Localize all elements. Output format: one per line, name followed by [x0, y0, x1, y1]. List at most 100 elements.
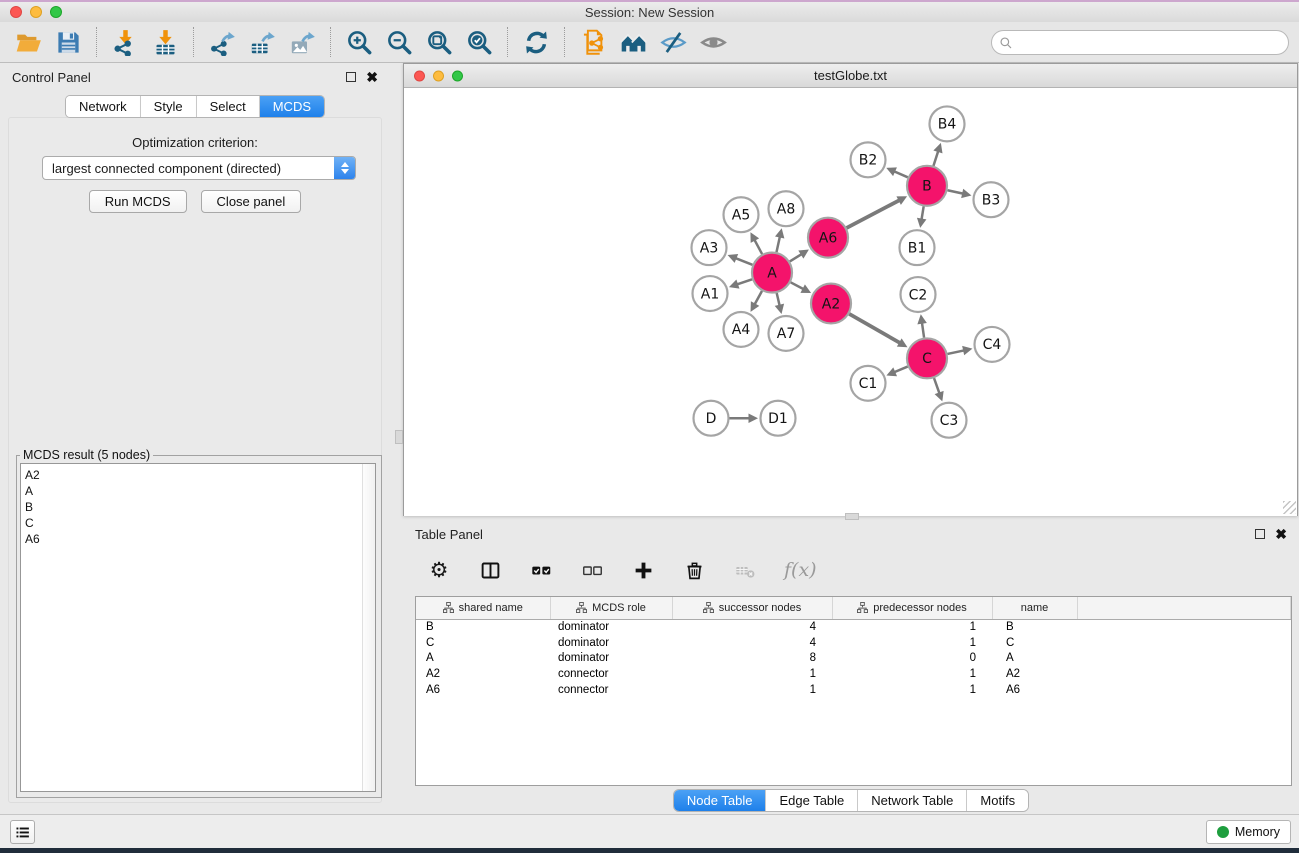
new-network-from-selection-button[interactable]	[573, 25, 613, 59]
window-resize-grip[interactable]	[1283, 501, 1296, 514]
close-panel-icon[interactable]: ✖	[366, 72, 378, 82]
save-session-button[interactable]	[48, 25, 88, 59]
mcds-result-item[interactable]: B	[21, 499, 375, 515]
graph-edge-B-B3[interactable]	[948, 189, 972, 198]
column-header-MCDS-role[interactable]: MCDS role	[550, 597, 672, 619]
graph-edge-A6-B[interactable]	[847, 196, 907, 228]
search-input[interactable]	[1013, 33, 1288, 53]
run-mcds-button[interactable]: Run MCDS	[89, 190, 187, 213]
graph-node-A7[interactable]: A7	[769, 316, 804, 351]
graph-edge-A-A5[interactable]	[750, 232, 762, 254]
graph-edge-A-A1[interactable]	[729, 279, 752, 288]
close-panel-button[interactable]: Close panel	[201, 190, 302, 213]
zoom-window-button[interactable]	[50, 6, 62, 18]
tab-mcds[interactable]: MCDS	[259, 96, 324, 117]
graph-node-B4[interactable]: B4	[930, 106, 965, 141]
open-session-button[interactable]	[8, 25, 48, 59]
graph-node-C1[interactable]: C1	[851, 366, 886, 401]
zoom-out-button[interactable]	[379, 25, 419, 59]
graph-node-B3[interactable]: B3	[974, 182, 1009, 217]
graph-node-A8[interactable]: A8	[769, 191, 804, 226]
network-minimize-button[interactable]	[433, 70, 444, 81]
tab-style[interactable]: Style	[140, 96, 196, 117]
zoom-in-button[interactable]	[339, 25, 379, 59]
graph-node-A6[interactable]: A6	[808, 218, 848, 258]
panels-menu-button[interactable]	[10, 820, 35, 844]
graph-node-A2[interactable]: A2	[811, 284, 851, 324]
graph-node-A[interactable]: A	[752, 253, 792, 293]
mcds-result-item[interactable]: A2	[21, 467, 375, 483]
table-row[interactable]: Adominator80A	[416, 650, 1291, 666]
table-row[interactable]: A2connector11A2	[416, 666, 1291, 682]
column-header-successor-nodes[interactable]: successor nodes	[672, 597, 832, 619]
graph-edge-B-B2[interactable]	[886, 167, 907, 177]
graph-node-B[interactable]: B	[907, 166, 947, 206]
table-row[interactable]: Cdominator41C	[416, 635, 1291, 651]
minimize-window-button[interactable]	[30, 6, 42, 18]
table-row[interactable]: Bdominator41B	[416, 619, 1291, 635]
graph-edge-C-C4[interactable]	[948, 346, 973, 355]
graph-edge-C-C2[interactable]	[917, 314, 927, 337]
zoom-selected-button[interactable]	[459, 25, 499, 59]
horizontal-split-handle[interactable]	[845, 513, 859, 520]
graph-node-C2[interactable]: C2	[901, 277, 936, 312]
graph-edge-D-D1[interactable]	[730, 413, 759, 423]
result-scrollbar[interactable]	[362, 464, 375, 791]
function-builder-button[interactable]: f(x)	[784, 558, 817, 582]
graph-node-A3[interactable]: A3	[692, 230, 727, 265]
close-window-button[interactable]	[10, 6, 22, 18]
export-image-button[interactable]	[282, 25, 322, 59]
graph-edge-A2-C[interactable]	[849, 314, 907, 347]
graph-edge-A-A8[interactable]	[775, 228, 784, 252]
refresh-network-view-button[interactable]	[516, 25, 556, 59]
table-row[interactable]: A6connector11A6	[416, 682, 1291, 698]
select-all-button[interactable]	[529, 558, 553, 582]
show-all-button[interactable]	[693, 25, 733, 59]
graph-node-A1[interactable]: A1	[693, 276, 728, 311]
export-network-button[interactable]	[202, 25, 242, 59]
tab-edge-table[interactable]: Edge Table	[765, 790, 857, 811]
tab-network[interactable]: Network	[66, 96, 140, 117]
graph-edge-A-A2[interactable]	[791, 282, 811, 293]
column-header-predecessor-nodes[interactable]: predecessor nodes	[832, 597, 992, 619]
tab-select[interactable]: Select	[196, 96, 259, 117]
criterion-select[interactable]: largest connected component (directed)	[42, 156, 356, 180]
graph-node-D[interactable]: D	[694, 401, 729, 436]
home-networks-button[interactable]	[613, 25, 653, 59]
memory-button[interactable]: Memory	[1206, 820, 1291, 844]
export-table-button[interactable]	[242, 25, 282, 59]
tab-node-table[interactable]: Node Table	[674, 790, 766, 811]
graph-edge-B-B4[interactable]	[933, 143, 942, 166]
float-panel-icon[interactable]	[346, 72, 356, 82]
tab-network-table[interactable]: Network Table	[857, 790, 966, 811]
graph-edge-C-C1[interactable]	[886, 367, 907, 377]
delete-table-button[interactable]	[733, 558, 757, 582]
mcds-result-item[interactable]: C	[21, 515, 375, 531]
mcds-result-item[interactable]: A6	[21, 531, 375, 547]
column-visibility-button[interactable]	[478, 558, 502, 582]
network-canvas[interactable]: B4B2BB3A5A8A6B1A3AA1A2C2A4A7C4CC1C3DD1	[404, 89, 1297, 516]
graph-node-C[interactable]: C	[907, 338, 947, 378]
graph-edge-A-A3[interactable]	[728, 254, 753, 265]
graph-edge-C-C3[interactable]	[934, 378, 944, 401]
graph-node-D1[interactable]: D1	[761, 401, 796, 436]
tab-motifs[interactable]: Motifs	[966, 790, 1028, 811]
table-settings-button[interactable]: ⚙	[427, 558, 451, 582]
delete-column-button[interactable]	[682, 558, 706, 582]
search-field[interactable]	[991, 30, 1289, 55]
close-table-panel-icon[interactable]: ✖	[1275, 529, 1287, 539]
hide-selected-button[interactable]	[653, 25, 693, 59]
graph-node-B1[interactable]: B1	[900, 230, 935, 265]
graph-edge-A-A7[interactable]	[775, 293, 784, 314]
graph-node-C4[interactable]: C4	[975, 327, 1010, 362]
graph-edge-B-B1[interactable]	[917, 206, 926, 227]
float-table-panel-icon[interactable]	[1255, 529, 1265, 539]
network-close-button[interactable]	[414, 70, 425, 81]
add-column-button[interactable]	[631, 558, 655, 582]
column-header-shared-name[interactable]: shared name	[416, 597, 550, 619]
mcds-result-item[interactable]: A	[21, 483, 375, 499]
graph-edge-A-A4[interactable]	[751, 291, 762, 312]
graph-node-A4[interactable]: A4	[724, 312, 759, 347]
graph-node-B2[interactable]: B2	[851, 142, 886, 177]
network-zoom-button[interactable]	[452, 70, 463, 81]
